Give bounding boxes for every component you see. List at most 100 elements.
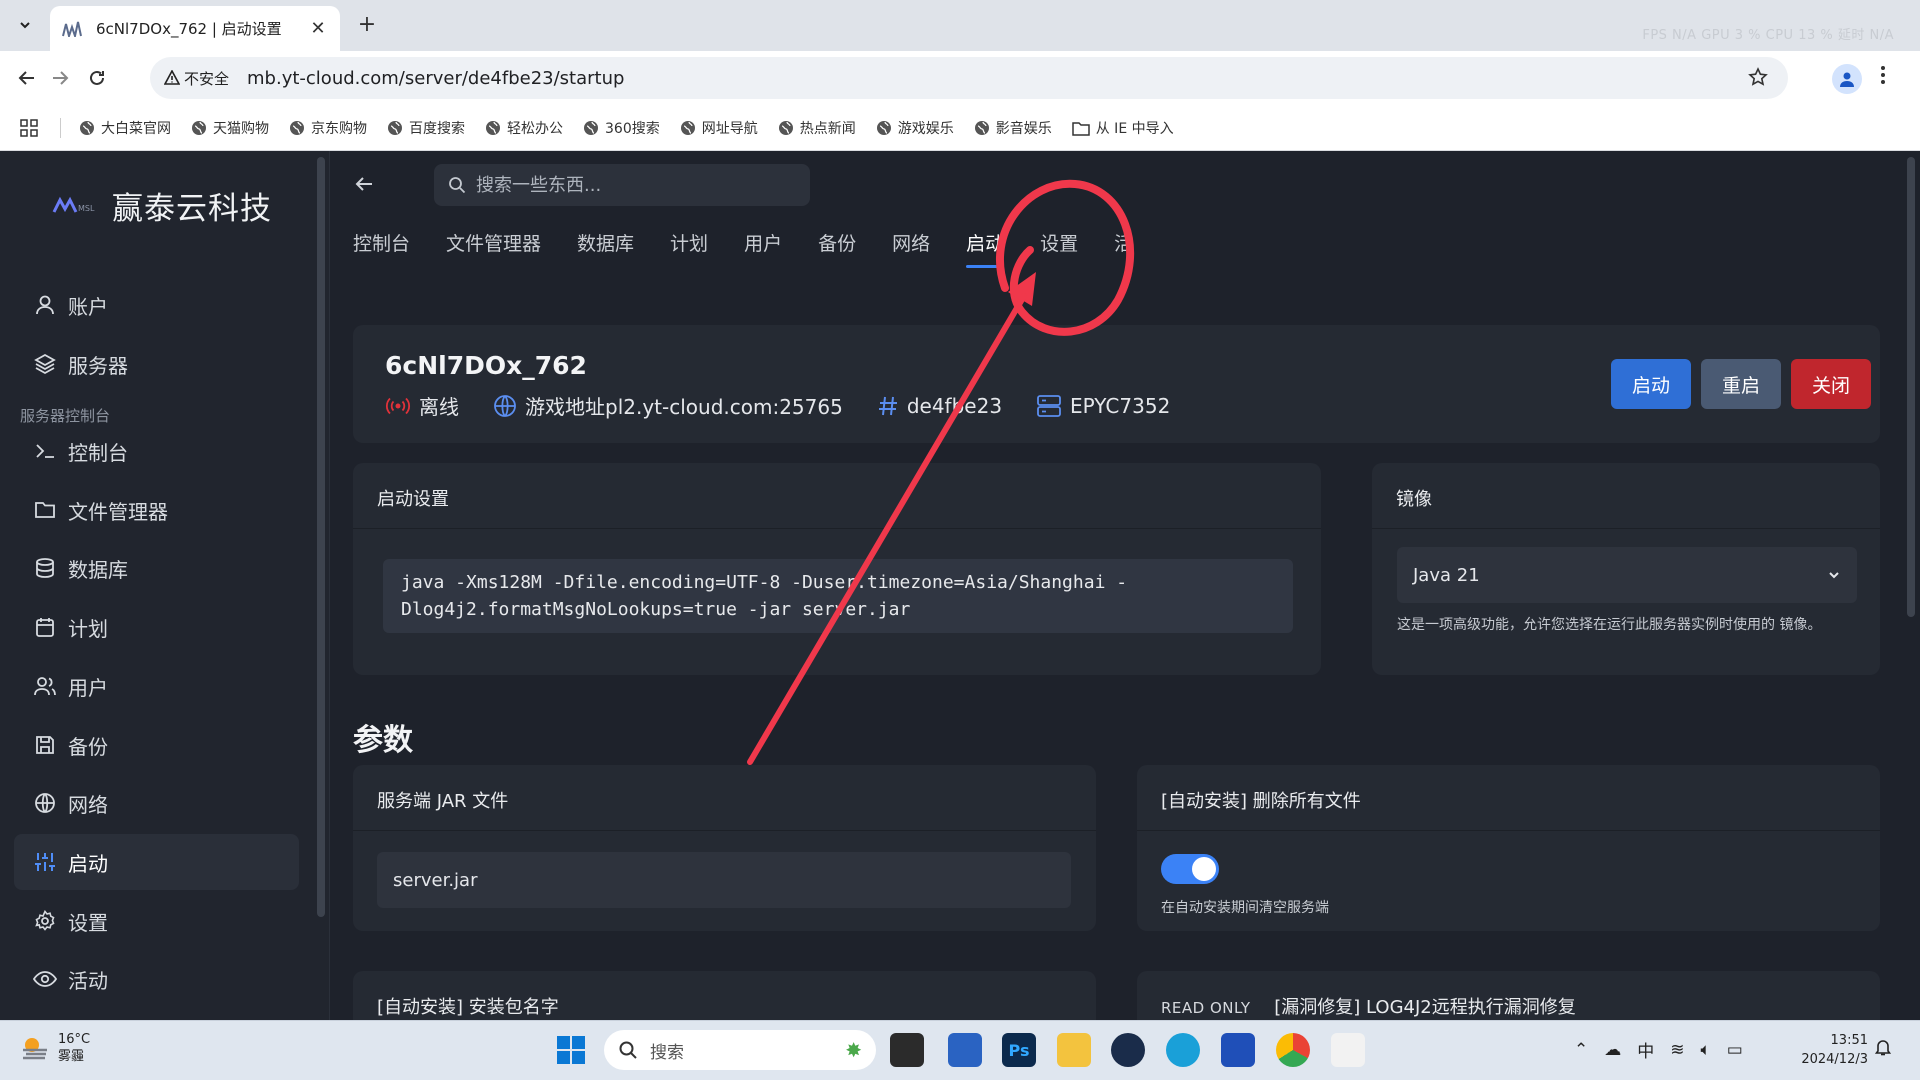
steam-icon[interactable] <box>1111 1033 1145 1067</box>
param-card-jar: 服务端 JAR 文件 server.jar <box>353 765 1096 931</box>
notification-bell-icon[interactable] <box>1874 1038 1892 1056</box>
tab-schedules[interactable]: 计划 <box>670 229 708 268</box>
security-indicator[interactable]: 不安全 <box>164 68 229 89</box>
brand[interactable]: MSL 赢泰云科技 <box>52 183 272 228</box>
chrome-icon[interactable] <box>1276 1033 1310 1067</box>
wifi-icon[interactable]: ≋ <box>1670 1040 1684 1060</box>
tab-files[interactable]: 文件管理器 <box>446 229 541 268</box>
apps-grid-icon[interactable] <box>20 119 38 137</box>
close-tab-icon[interactable]: ✕ <box>308 18 328 39</box>
browser-tab[interactable]: 6cNl7DOx_762 | 启动设置 ✕ <box>50 6 340 51</box>
bookmark-item[interactable]: 轻松办公 <box>485 118 563 138</box>
bookmark-label: 天猫购物 <box>213 121 269 137</box>
startup-command-line: Dlog4j2.formatMsgNoLookups=true -jar ser… <box>401 599 911 620</box>
section-title: 参数 <box>353 723 413 758</box>
bookmark-folder-import[interactable]: 从 IE 中导入 <box>1071 118 1174 138</box>
reload-button[interactable] <box>82 63 112 93</box>
clock[interactable]: 13:51 2024/12/3 <box>1796 1031 1868 1069</box>
sidebar-item-backups[interactable]: 备份 <box>14 717 299 773</box>
search-icon <box>448 176 466 194</box>
sidebar-item-servers[interactable]: 服务器 <box>14 336 299 392</box>
volume-icon[interactable]: 🔈︎ <box>1701 1040 1711 1060</box>
server-info-card: 6cNl7DOx_762 离线 游戏地址pl2.yt-cloud.com:257… <box>353 325 1880 443</box>
sliders-icon <box>32 849 58 875</box>
taskbar-app-icon[interactable] <box>1221 1033 1255 1067</box>
main-content: 控制台 文件管理器 数据库 计划 用户 备份 网络 启动 设置 活动 6cNl7… <box>331 151 1920 1020</box>
arrow-right-icon <box>51 69 69 87</box>
search-box[interactable] <box>434 164 810 206</box>
sidebar-item-users[interactable]: 用户 <box>14 658 299 714</box>
url-text[interactable]: mb.yt-cloud.com/server/de4fbe23/startup <box>247 68 624 89</box>
globe-icon <box>289 120 305 136</box>
server-address[interactable]: 游戏地址pl2.yt-cloud.com:25765 <box>493 391 843 420</box>
tab-activity[interactable]: 活动 <box>1114 229 1133 268</box>
bookmark-item[interactable]: 360搜索 <box>583 118 660 138</box>
taskbar-app-icon[interactable] <box>890 1033 924 1067</box>
edge-icon[interactable] <box>1166 1033 1200 1067</box>
card-title: [自动安装] 安装包名字 <box>377 997 559 1018</box>
sidebar-scrollbar[interactable] <box>317 157 325 917</box>
bookmark-star-icon[interactable] <box>1748 67 1768 87</box>
globe-icon <box>387 120 403 136</box>
tab-network[interactable]: 网络 <box>892 229 930 268</box>
address-bar[interactable]: 不安全 mb.yt-cloud.com/server/de4fbe23/star… <box>150 57 1788 99</box>
main-scrollbar[interactable] <box>1907 157 1915 617</box>
param-card-delete-files: [自动安装] 删除所有文件 在自动安装期间清空服务端 <box>1137 765 1880 931</box>
windows-logo-icon <box>556 1035 586 1065</box>
tab-settings[interactable]: 设置 <box>1040 229 1078 268</box>
tab-startup[interactable]: 启动 <box>966 229 1005 268</box>
tab-console[interactable]: 控制台 <box>353 229 410 268</box>
battery-icon[interactable]: ▭ <box>1727 1040 1743 1060</box>
bookmark-item[interactable]: 百度搜索 <box>387 118 465 138</box>
globe-icon <box>680 120 696 136</box>
qq-icon[interactable] <box>1331 1033 1365 1067</box>
panel-app: MSL 赢泰云科技 账户 服务器 服务器控制台 控制台 文件管理器 数据库 计划 <box>0 151 1920 1020</box>
bookmark-item[interactable]: 影音娱乐 <box>974 118 1052 138</box>
search-input[interactable] <box>476 174 776 196</box>
sidebar-item-settings[interactable]: 设置 <box>14 893 299 949</box>
chevron-up-icon[interactable]: ⌃ <box>1574 1040 1588 1060</box>
sidebar-item-account[interactable]: 账户 <box>14 277 299 333</box>
tab-search-button[interactable] <box>10 10 40 40</box>
stop-button[interactable]: 关闭 <box>1791 359 1871 409</box>
bookmark-item[interactable]: 天猫购物 <box>191 118 269 138</box>
delete-files-toggle[interactable] <box>1161 854 1219 884</box>
sidebar-item-databases[interactable]: 数据库 <box>14 540 299 596</box>
gear-icon <box>32 908 58 934</box>
tab-users[interactable]: 用户 <box>744 229 782 268</box>
back-button[interactable] <box>12 63 42 93</box>
bookmark-item[interactable]: 京东购物 <box>289 118 367 138</box>
cloud-icon[interactable]: ☁ <box>1604 1040 1621 1060</box>
bookmark-item[interactable]: 网址导航 <box>680 118 758 138</box>
terminal-icon <box>32 438 58 464</box>
sidebar-item-schedules[interactable]: 计划 <box>14 599 299 655</box>
sidebar-item-label: 控制台 <box>68 440 128 465</box>
start-button[interactable]: 启动 <box>1611 359 1691 409</box>
forward-button[interactable] <box>45 63 75 93</box>
start-button[interactable] <box>556 1035 586 1069</box>
tab-databases[interactable]: 数据库 <box>577 229 634 268</box>
image-select[interactable]: Java 21 <box>1397 547 1857 603</box>
sidebar-item-files[interactable]: 文件管理器 <box>14 482 299 538</box>
profile-button[interactable] <box>1832 64 1862 94</box>
sidebar-item-startup[interactable]: 启动 <box>14 834 299 890</box>
jar-file-input[interactable]: server.jar <box>377 852 1071 908</box>
new-tab-button[interactable]: + <box>354 12 380 37</box>
sidebar-item-network[interactable]: 网络 <box>14 775 299 831</box>
taskbar-search[interactable]: 搜索 ✸ <box>604 1030 876 1070</box>
ime-indicator[interactable]: 中 <box>1637 1037 1654 1062</box>
file-explorer-icon[interactable] <box>1057 1033 1091 1067</box>
photoshop-icon[interactable]: Ps <box>1002 1033 1036 1067</box>
tab-title: 6cNl7DOx_762 | 启动设置 <box>96 20 282 38</box>
sidebar-item-activity[interactable]: 活动 <box>14 951 299 1007</box>
taskbar-app-icon[interactable] <box>948 1033 982 1067</box>
bookmark-item[interactable]: 游戏娱乐 <box>876 118 954 138</box>
restart-button[interactable]: 重启 <box>1701 359 1781 409</box>
tab-backups[interactable]: 备份 <box>818 229 856 268</box>
browser-menu-button[interactable] <box>1880 65 1886 89</box>
bookmark-item[interactable]: 大白菜官网 <box>79 118 171 138</box>
weather-widget[interactable]: 16°C 雾霾 <box>20 1031 90 1065</box>
back-button[interactable] <box>353 173 375 199</box>
bookmark-item[interactable]: 热点新闻 <box>778 118 856 138</box>
sidebar-item-console[interactable]: 控制台 <box>14 423 299 479</box>
